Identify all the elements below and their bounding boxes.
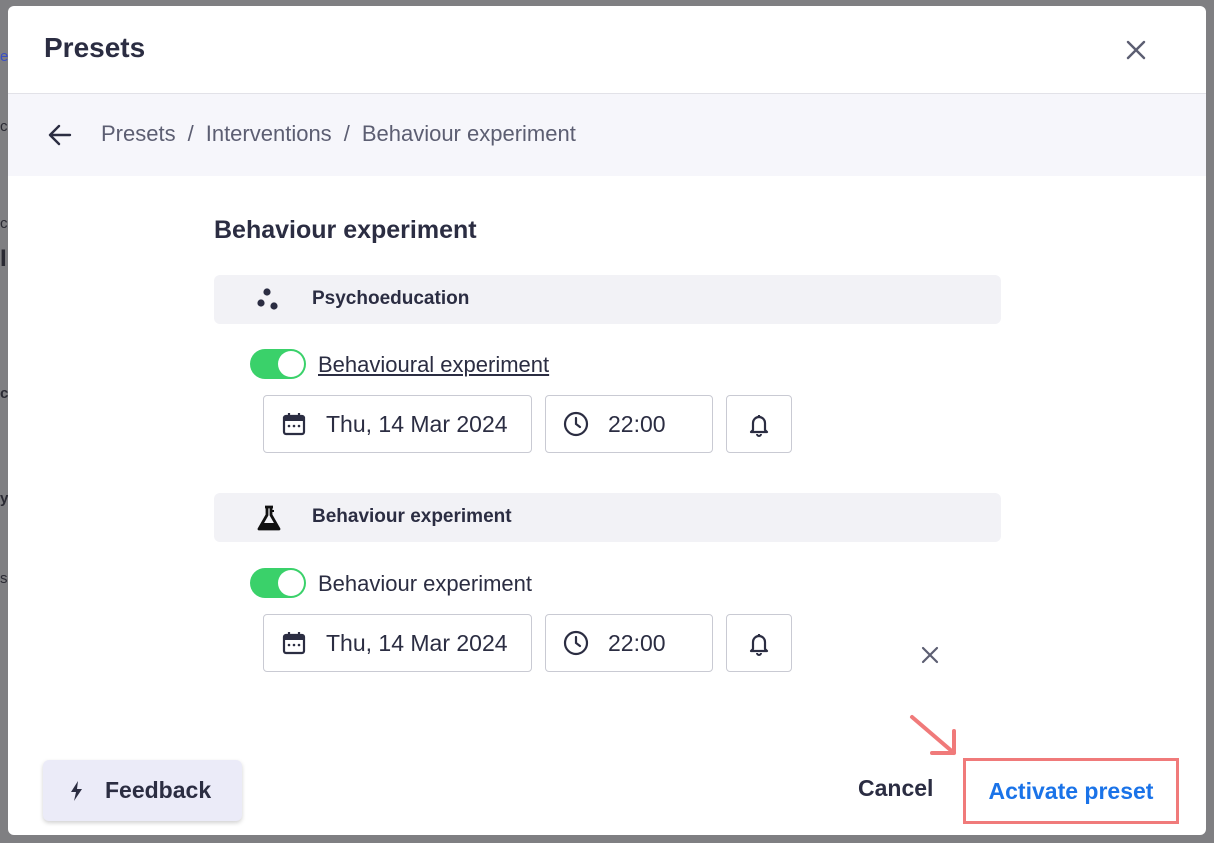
clock-icon: [563, 630, 589, 656]
item-label: Behaviour experiment: [318, 571, 533, 596]
date-picker[interactable]: Thu, 14 Mar 2024: [263, 395, 532, 453]
dots-icon: [257, 288, 278, 310]
toggle-knob: [278, 570, 304, 596]
item-toggle[interactable]: [250, 568, 306, 598]
lightning-icon: [71, 780, 82, 801]
calendar-icon: [282, 413, 306, 436]
time-picker[interactable]: 22:00: [545, 614, 713, 672]
modal-header: Presets: [8, 6, 1206, 94]
breadcrumb: Presets / Interventions / Behaviour expe…: [101, 121, 576, 147]
calendar-icon: [282, 632, 306, 655]
remove-item-button[interactable]: [918, 643, 942, 667]
close-button[interactable]: [1122, 36, 1150, 64]
group-header-label: Behaviour experiment: [312, 506, 512, 527]
item-label-link[interactable]: Behavioural experiment: [318, 352, 549, 378]
reminder-button[interactable]: [726, 614, 792, 672]
breadcrumb-item-current: Behaviour experiment: [361, 121, 576, 146]
breadcrumb-separator: /: [343, 121, 350, 146]
feedback-button[interactable]: Feedback: [43, 760, 242, 821]
feedback-label: Feedback: [105, 777, 212, 803]
modal-title: Presets: [44, 32, 146, 63]
time-value: 22:00: [608, 410, 666, 437]
reminder-button[interactable]: [726, 395, 792, 453]
breadcrumb-item-interventions[interactable]: Interventions: [206, 121, 332, 147]
breadcrumb-item-presets[interactable]: Presets: [101, 121, 176, 147]
time-picker[interactable]: 22:00: [545, 395, 713, 453]
background-text-fragment: c: [0, 215, 8, 232]
group-header-label: Psychoeducation: [312, 288, 470, 309]
bell-icon: [749, 634, 769, 656]
date-picker[interactable]: Thu, 14 Mar 2024: [263, 614, 532, 672]
breadcrumb-separator: /: [187, 121, 194, 146]
group-header-behaviour-experiment: Behaviour experiment: [214, 493, 1001, 542]
date-value: Thu, 14 Mar 2024: [326, 410, 508, 437]
close-icon: [1126, 40, 1146, 60]
group-header-psychoeducation: Psychoeducation: [214, 275, 1001, 324]
breadcrumb-bar: Presets / Interventions / Behaviour expe…: [8, 94, 1206, 176]
date-value: Thu, 14 Mar 2024: [326, 629, 508, 656]
presets-modal: Presets Presets / Interventions / Behavi…: [8, 6, 1206, 835]
background-text-fragment: I: [0, 245, 7, 272]
flask-icon: [257, 505, 281, 531]
close-icon: [921, 646, 939, 664]
time-value: 22:00: [608, 629, 666, 656]
arrow-left-icon: [48, 124, 72, 146]
activate-preset-button[interactable]: Activate preset: [963, 758, 1179, 824]
item-toggle[interactable]: [250, 349, 306, 379]
background-text-fragment: s: [0, 570, 8, 587]
cancel-button[interactable]: Cancel: [858, 775, 933, 802]
section-title: Behaviour experiment: [214, 216, 477, 244]
arrow-annotation-icon: [910, 715, 956, 755]
toggle-knob: [278, 351, 304, 377]
background-text-fragment: c: [0, 118, 8, 135]
back-button[interactable]: [46, 121, 74, 149]
bell-icon: [749, 415, 769, 437]
clock-icon: [563, 411, 589, 437]
